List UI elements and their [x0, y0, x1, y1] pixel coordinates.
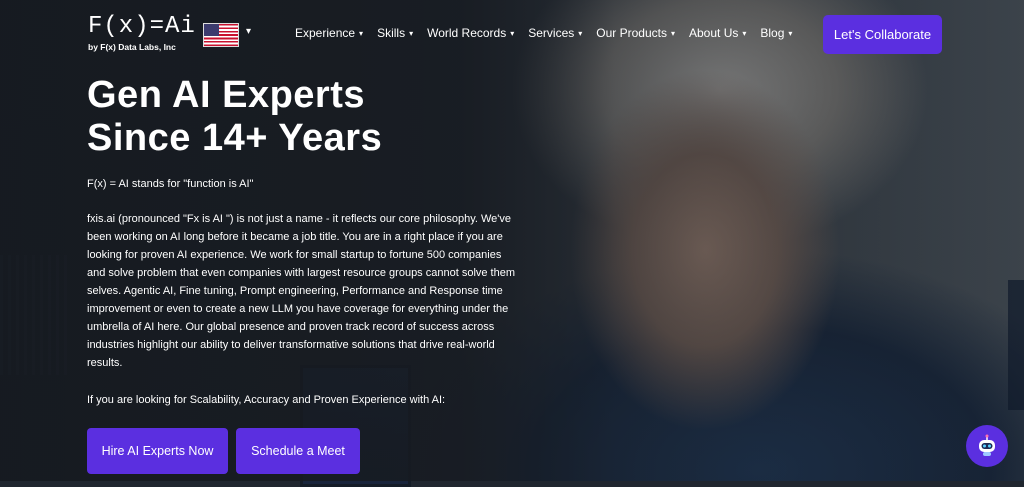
chevron-down-icon[interactable]: ▾ [246, 26, 251, 37]
hero-tagline: F(x) = AI stands for "function is AI" [87, 178, 254, 190]
nav-item-label: Blog [760, 26, 785, 40]
chevron-down-icon: ▾ [670, 28, 675, 38]
nav-item-label: Services [528, 26, 575, 40]
title-line-2: Since 14+ Years [87, 117, 383, 159]
nav-item-blog[interactable]: Blog ▾ [760, 26, 792, 40]
site-logo[interactable]: F(x)=Ai by F(x) Data Labs, Inc [88, 13, 196, 53]
chevron-down-icon: ▾ [788, 28, 793, 38]
hire-ai-experts-button[interactable]: Hire AI Experts Now [87, 428, 228, 474]
nav-item-label: About Us [689, 26, 739, 40]
chevron-down-icon: ▾ [359, 28, 364, 38]
robot-icon [979, 434, 995, 456]
page-title: Gen AI Experts Since 14+ Years [87, 74, 507, 160]
nav-item-label: Skills [377, 26, 406, 40]
nav-item-experience[interactable]: Experience ▾ [295, 26, 363, 40]
logo-subtitle: by F(x) Data Labs, Inc [88, 42, 176, 52]
chevron-down-icon: ▾ [742, 28, 747, 38]
schedule-meet-button[interactable]: Schedule a Meet [236, 428, 360, 474]
nav-item-our-products[interactable]: Our Products ▾ [596, 26, 675, 40]
chevron-down-icon: ▾ [409, 28, 414, 38]
chevron-down-icon: ▾ [578, 28, 583, 38]
nav-item-about-us[interactable]: About Us ▾ [689, 26, 746, 40]
nav-item-label: Experience [295, 26, 356, 40]
nav-item-services[interactable]: Services ▾ [528, 26, 582, 40]
nav-item-label: Our Products [596, 26, 667, 40]
chevron-down-icon: ▾ [510, 28, 515, 38]
title-line-1: Gen AI Experts [87, 74, 366, 116]
logo-text: F(x)=Ai [88, 13, 196, 40]
nav-item-label: World Records [427, 26, 507, 40]
hero-description: fxis.ai (pronounced "Fx is AI ") is not … [87, 213, 516, 369]
collaborate-button[interactable]: Let's Collaborate [823, 15, 942, 54]
us-flag-icon[interactable] [203, 23, 239, 47]
main-nav: Experience ▾ Skills ▾ World Records ▾ Se… [295, 26, 806, 40]
chat-bot-button[interactable] [966, 425, 1008, 467]
nav-item-world-records[interactable]: World Records ▾ [427, 26, 514, 40]
hero-question: If you are looking for Scalability, Accu… [87, 394, 446, 406]
flag-canton [204, 24, 219, 36]
nav-item-skills[interactable]: Skills ▾ [377, 26, 413, 40]
